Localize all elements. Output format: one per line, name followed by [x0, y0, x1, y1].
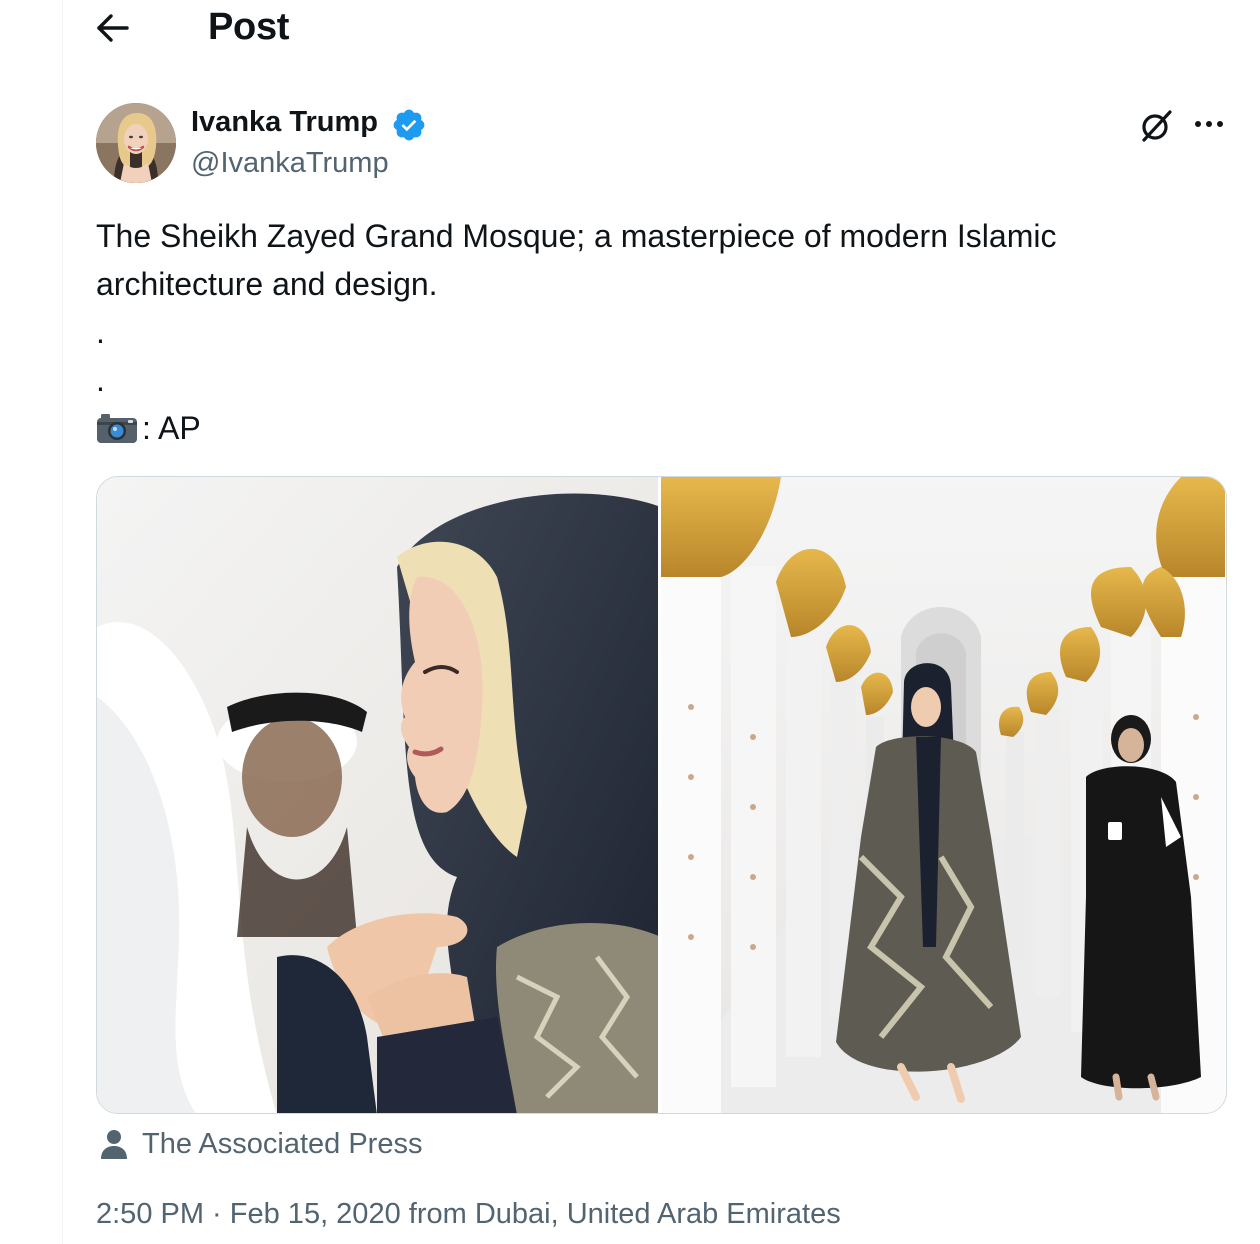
tweet-text-line: architecture and design. [96, 266, 438, 302]
photo-credit-text: : AP [142, 410, 201, 446]
grok-icon[interactable] [1137, 107, 1175, 145]
post-column: Post Ivanka Trump @IvankaTrump The Sheik… [62, 0, 1260, 1244]
media-attribution[interactable]: The Associated Press [98, 1124, 422, 1164]
timestamp-separator: · [204, 1198, 230, 1230]
photo-1[interactable] [97, 477, 661, 1113]
avatar-portrait [96, 103, 176, 183]
photo-2-image [661, 477, 1225, 1113]
photo-credit: : AP [96, 404, 1196, 452]
post-timestamp: 2:50 PM · Feb 15, 2020 from Dubai, Unite… [96, 1198, 841, 1231]
arrow-left-icon [97, 14, 129, 42]
avatar[interactable] [96, 103, 176, 183]
tweet-text-dot: . [96, 362, 105, 398]
verified-badge-icon[interactable] [391, 107, 427, 143]
camera-icon [97, 414, 137, 443]
attribution-text: The Associated Press [142, 1127, 423, 1160]
tweet-text-line: The Sheikh Zayed Grand Mosque; a masterp… [96, 218, 1057, 254]
author-name[interactable]: Ivanka Trump [191, 106, 378, 139]
post-location: from Dubai, United Arab Emirates [400, 1198, 841, 1230]
tweet-text-dot: . [96, 314, 105, 350]
tweet-text: The Sheikh Zayed Grand Mosque; a masterp… [96, 212, 1196, 452]
more-icon [1195, 121, 1223, 127]
post-time-link[interactable]: 2:50 PM [96, 1198, 204, 1230]
photo-1-image [97, 477, 658, 1113]
post-date-link[interactable]: Feb 15, 2020 [230, 1198, 401, 1230]
page-title: Post [208, 6, 290, 48]
person-icon [101, 1130, 127, 1159]
more-options-button[interactable] [1189, 104, 1229, 144]
back-button[interactable] [91, 6, 135, 50]
page-header: Post [63, 0, 1260, 56]
media-grid[interactable] [96, 476, 1227, 1114]
photo-2[interactable] [661, 477, 1225, 1113]
author-handle[interactable]: @IvankaTrump [191, 147, 389, 180]
